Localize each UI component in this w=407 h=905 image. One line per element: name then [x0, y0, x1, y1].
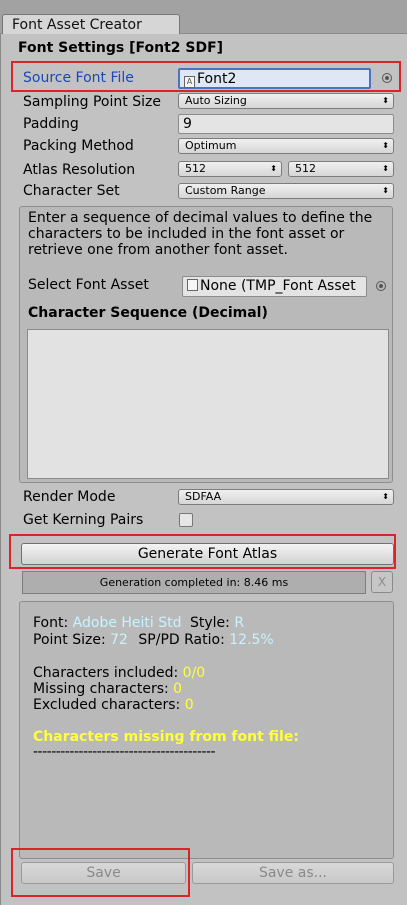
padding-label: Padding	[23, 116, 79, 132]
save-button[interactable]: Save	[21, 862, 186, 884]
object-picker-icon[interactable]	[382, 73, 392, 83]
select-font-asset-field[interactable]: None (TMP_Font Asset	[182, 276, 367, 297]
source-font-field[interactable]: A Font2	[178, 68, 371, 89]
characters-included-line: Characters included: 0/0	[33, 665, 206, 681]
font-info-line: Font: Adobe Heiti Std Style: R	[33, 615, 245, 631]
dropdown-arrow-icon: ⬍	[270, 164, 277, 173]
generate-font-atlas-button[interactable]: Generate Font Atlas	[21, 543, 394, 565]
dropdown-arrow-icon: ⬍	[382, 96, 389, 105]
font-settings-header: Font Settings [Font2 SDF]	[18, 40, 224, 56]
missing-characters-value: 0	[173, 681, 183, 697]
source-font-label: Source Font File	[23, 70, 134, 86]
missing-characters-divider: ----------------------------------------	[33, 744, 216, 760]
ratio-value: 12.5%	[229, 632, 274, 648]
font-asset-creator-panel: Font Settings [Font2 SDF] Source Font Fi…	[0, 34, 407, 905]
select-font-asset-label: Select Font Asset	[28, 277, 149, 293]
dropdown-arrow-icon: ⬍	[382, 186, 389, 195]
document-icon	[187, 279, 198, 291]
character-sequence-label: Character Sequence (Decimal)	[28, 305, 268, 321]
excluded-characters-value: 0	[184, 697, 194, 713]
generation-progress-bar: Generation completed in: 8.46 ms	[22, 571, 366, 594]
dropdown-arrow-icon: ⬍	[382, 164, 389, 173]
render-mode-dropdown[interactable]: SDFAA ⬍	[178, 489, 394, 505]
generation-info-box: Font: Adobe Heiti Std Style: R Point Siz…	[19, 601, 394, 859]
dropdown-arrow-icon: ⬍	[382, 141, 389, 150]
excluded-characters-line: Excluded characters: 0	[33, 697, 194, 713]
atlas-resolution-label: Atlas Resolution	[23, 162, 136, 178]
atlas-height-dropdown[interactable]: 512 ⬍	[288, 161, 394, 177]
character-set-dropdown[interactable]: Custom Range ⬍	[178, 183, 394, 199]
object-picker-icon[interactable]	[376, 281, 386, 291]
cancel-generation-button[interactable]: X	[371, 571, 393, 593]
kerning-checkbox[interactable]	[179, 513, 193, 527]
font-style-value: R	[234, 615, 245, 631]
point-size-info-line: Point Size: 72 SP/PD Ratio: 12.5%	[33, 632, 274, 648]
tab-bar: Font Asset Creator	[0, 0, 407, 35]
font-name-value: Adobe Heiti Std	[72, 615, 182, 631]
sampling-point-size-label: Sampling Point Size	[23, 94, 161, 110]
dropdown-arrow-icon: ⬍	[382, 492, 389, 501]
render-mode-label: Render Mode	[23, 489, 116, 505]
save-as-button[interactable]: Save as...	[192, 862, 394, 884]
tab-font-asset-creator[interactable]: Font Asset Creator	[2, 14, 180, 35]
packing-method-label: Packing Method	[23, 138, 134, 154]
characters-included-value: 0/0	[182, 665, 206, 681]
character-set-label: Character Set	[23, 183, 120, 199]
point-size-value: 72	[110, 632, 128, 648]
character-sequence-textarea[interactable]	[27, 329, 389, 479]
sampling-point-size-dropdown[interactable]: Auto Sizing ⬍	[178, 93, 394, 109]
missing-characters-line: Missing characters: 0	[33, 681, 183, 697]
packing-method-dropdown[interactable]: Optimum ⬍	[178, 138, 394, 154]
kerning-label: Get Kerning Pairs	[23, 512, 144, 528]
padding-input[interactable]: 9	[178, 114, 394, 134]
missing-characters-title: Characters missing from font file:	[33, 729, 299, 745]
custom-range-help-text: Enter a sequence of decimal values to de…	[28, 210, 373, 258]
custom-range-box: Enter a sequence of decimal values to de…	[19, 206, 393, 483]
font-file-icon: A	[184, 76, 195, 88]
atlas-width-dropdown[interactable]: 512 ⬍	[178, 161, 282, 177]
